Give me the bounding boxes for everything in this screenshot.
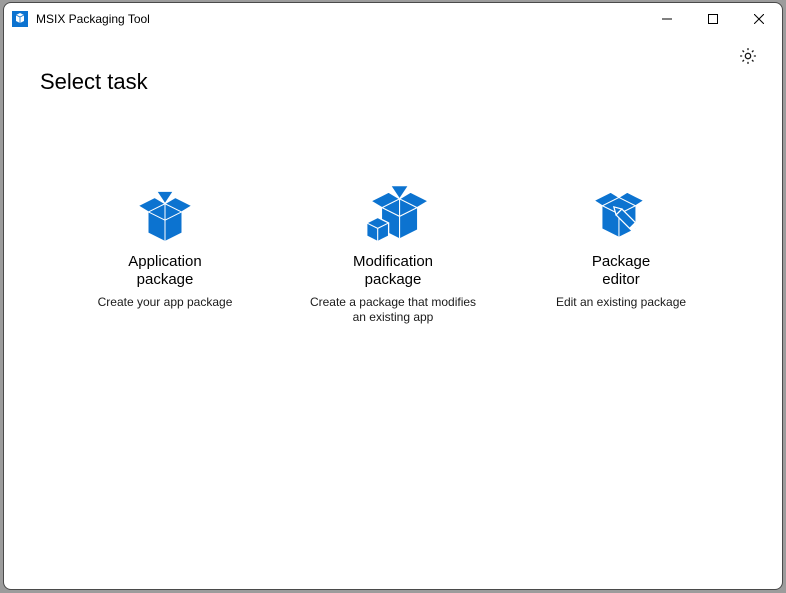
minimize-button[interactable] [644, 3, 690, 35]
window-title: MSIX Packaging Tool [36, 12, 150, 26]
maximize-button[interactable] [690, 3, 736, 35]
open-box-icon [71, 179, 259, 247]
tile-desc: Create a package that modifies an existi… [299, 295, 487, 325]
app-window: MSIX Packaging Tool Select task [3, 2, 783, 590]
tile-application-package[interactable]: Application package Create your app pack… [65, 173, 265, 331]
tile-title: Application package [71, 253, 259, 289]
box-with-pencil-icon [527, 179, 715, 247]
close-button[interactable] [736, 3, 782, 35]
settings-button[interactable] [732, 41, 764, 73]
page-title: Select task [40, 69, 148, 95]
tile-title: Package editor [527, 253, 715, 289]
tile-title: Modification package [299, 253, 487, 289]
open-box-with-small-box-icon [299, 179, 487, 247]
content-header: Select task [4, 35, 782, 95]
gear-icon [738, 46, 758, 69]
titlebar: MSIX Packaging Tool [4, 3, 782, 35]
tile-desc: Edit an existing package [527, 295, 715, 310]
task-tiles: Application package Create your app pack… [4, 95, 782, 331]
app-icon [12, 11, 28, 27]
tile-desc: Create your app package [71, 295, 259, 310]
tile-modification-package[interactable]: Modification package Create a package th… [293, 173, 493, 331]
tile-package-editor[interactable]: Package editor Edit an existing package [521, 173, 721, 331]
